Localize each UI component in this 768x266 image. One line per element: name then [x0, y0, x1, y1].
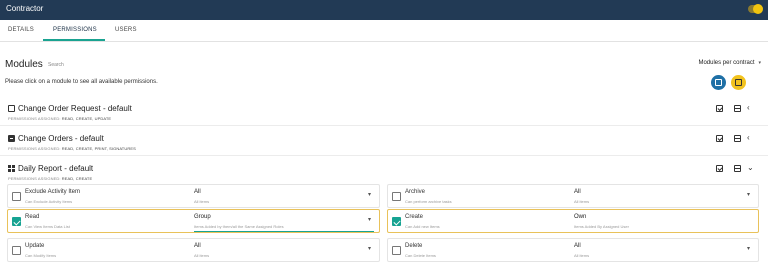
permission-checkbox[interactable] [392, 192, 401, 201]
module-name: Change Order Request - default [18, 104, 132, 113]
permission-name: Create [405, 214, 424, 220]
permission-checkbox[interactable] [392, 217, 401, 226]
tab-users[interactable]: USERS [115, 27, 137, 33]
module-row[interactable]: Change Order Request - default PERMISSIO… [0, 96, 768, 126]
permission-description: Can View Items Data List [25, 224, 70, 229]
permission-checkbox[interactable] [12, 217, 21, 226]
permission-checkbox[interactable] [12, 192, 21, 201]
dropdown-caret-icon[interactable]: ▾ [368, 191, 371, 198]
permissions-prefix: PERMISSIONS ASSIGNED: [8, 116, 61, 121]
scope-dropdown-hint: All items [574, 199, 590, 204]
scope-dropdown[interactable]: All [574, 189, 581, 195]
instructions-text: Please click on a module to see all avai… [5, 79, 158, 85]
scope-select-value: Modules per contract [698, 60, 755, 66]
edit-circle-button[interactable] [711, 75, 726, 90]
scope-dropdown[interactable]: Own [574, 214, 586, 220]
scope-dropdown-hint: Items Added by them/all the Same Assigne… [194, 224, 284, 229]
scope-dropdown[interactable]: All [194, 189, 201, 195]
module-permissions: PERMISSIONS ASSIGNED: READ, CREATE, UPDA… [8, 116, 111, 121]
deselect-icon[interactable] [734, 135, 741, 142]
permission-card[interactable]: Exclude Activity Item Can Exclude Activi… [7, 184, 380, 208]
search-input[interactable]: Search [48, 62, 64, 68]
permission-description: Can Exclude Activity Items [25, 199, 73, 204]
permission-description: Can Modify Items [25, 253, 57, 258]
permission-description: Can Add new Items [405, 224, 440, 229]
page-title: Modules [5, 59, 43, 70]
deselect-icon[interactable] [734, 165, 741, 172]
select-all-icon[interactable] [716, 135, 723, 142]
dropdown-focus-underline [194, 231, 374, 232]
permission-name: Delete [405, 243, 423, 249]
module-name: Daily Report - default [18, 164, 94, 173]
scope-dropdown-hint: All items [574, 253, 590, 258]
scope-dropdown-hint: All items [194, 253, 210, 258]
module-permissions: PERMISSIONS ASSIGNED: READ, CREATE, PRIN… [8, 146, 136, 151]
permissions-list: READ, CREATE, UPDATE [61, 116, 112, 121]
chevron-down-icon[interactable]: ⌄ [747, 163, 754, 172]
chevron-down-icon: ▾ [758, 60, 761, 66]
module-checkbox[interactable] [8, 105, 15, 112]
permission-card[interactable]: Archive Can perform archive tasks All Al… [387, 184, 759, 208]
deselect-icon[interactable] [734, 105, 741, 112]
scope-dropdown[interactable]: All [194, 243, 201, 249]
permissions-list: READ, CREATE [61, 176, 93, 181]
dropdown-caret-icon[interactable]: ▾ [747, 191, 750, 198]
chevron-left-icon[interactable]: ‹ [747, 133, 750, 142]
module-row[interactable]: Daily Report - default PERMISSIONS ASSIG… [0, 156, 768, 186]
module-checkbox[interactable] [8, 135, 15, 142]
permission-checkbox[interactable] [392, 246, 401, 255]
scope-dropdown[interactable]: All [574, 243, 581, 249]
permissions-list: READ, CREATE, PRINT, SIGNATURES [61, 146, 136, 151]
permission-name: Exclude Activity Item [25, 189, 81, 195]
permission-card[interactable]: Read Can View Items Data List Group Item… [7, 209, 380, 233]
module-permissions: PERMISSIONS ASSIGNED: READ, CREATE [8, 176, 92, 181]
scope-select[interactable]: Modules per contract ▾ [698, 60, 761, 66]
scope-dropdown[interactable]: Group [194, 214, 211, 220]
module-row[interactable]: Change Orders - default PERMISSIONS ASSI… [0, 126, 768, 156]
permission-description: Can perform archive tasks [405, 199, 452, 204]
theme-toggle[interactable] [748, 4, 763, 14]
dropdown-caret-icon[interactable]: ▾ [368, 216, 371, 223]
chevron-left-icon[interactable]: ‹ [747, 103, 750, 112]
document-icon [715, 79, 722, 86]
tab-bar: DETAILS PERMISSIONS USERS [0, 20, 768, 42]
permission-checkbox[interactable] [12, 246, 21, 255]
permission-card[interactable]: Create Can Add new Items Own Items Added… [387, 209, 759, 233]
app-title: Contractor [6, 4, 44, 13]
toggle-knob [753, 4, 763, 14]
dropdown-caret-icon[interactable]: ▾ [747, 245, 750, 252]
permissions-prefix: PERMISSIONS ASSIGNED: [8, 146, 61, 151]
select-all-icon[interactable] [716, 165, 723, 172]
permission-name: Archive [405, 189, 426, 195]
active-tab-indicator [43, 39, 105, 41]
tab-details[interactable]: DETAILS [8, 27, 34, 33]
permission-card[interactable]: Update Can Modify Items All All items ▾ [7, 238, 380, 262]
permission-card[interactable]: Delete Can Delete Items All All items ▾ [387, 238, 759, 262]
grid-icon [8, 165, 15, 172]
permissions-prefix: PERMISSIONS ASSIGNED: [8, 176, 61, 181]
permission-description: Can Delete Items [405, 253, 436, 258]
scope-dropdown-hint: All items [194, 199, 210, 204]
tab-permissions[interactable]: PERMISSIONS [53, 27, 97, 33]
permission-name: Read [25, 214, 40, 220]
scope-dropdown-hint: Items Added By Assigned User [574, 224, 629, 229]
app-header: Contractor [0, 0, 768, 20]
dropdown-caret-icon[interactable]: ▾ [368, 245, 371, 252]
template-circle-button[interactable] [731, 75, 746, 90]
stack-icon [735, 79, 742, 86]
permission-name: Update [25, 243, 45, 249]
module-name: Change Orders - default [18, 134, 104, 143]
select-all-icon[interactable] [716, 105, 723, 112]
